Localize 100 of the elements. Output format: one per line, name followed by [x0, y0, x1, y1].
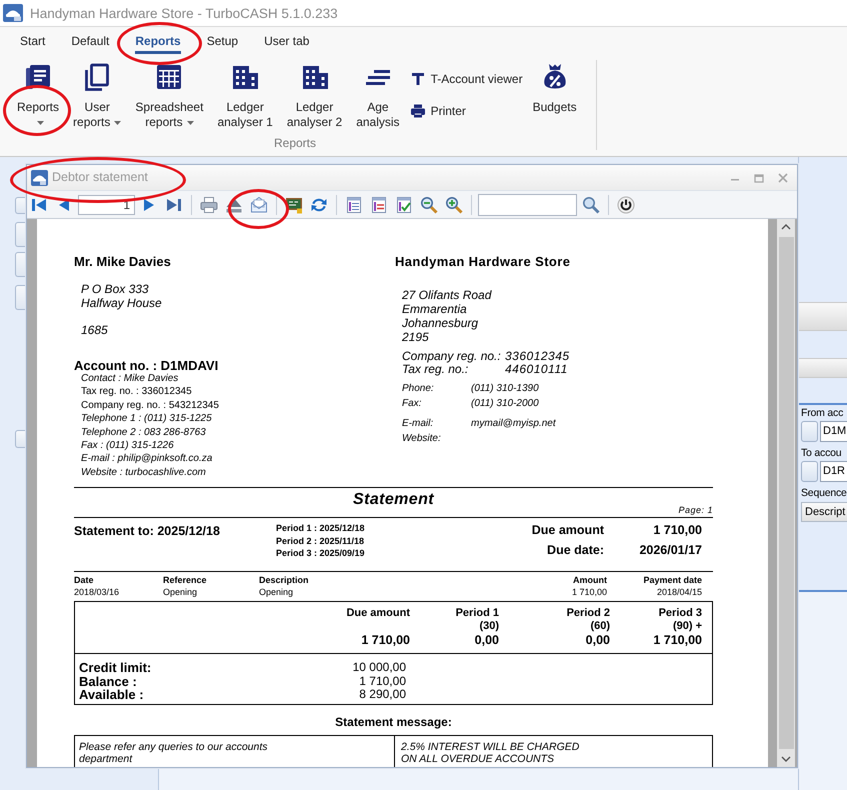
table-cell: Opening	[259, 586, 294, 598]
ribbon-tab[interactable]: Setup	[206, 27, 238, 54]
postal-code: 1685	[81, 323, 108, 337]
page-number: Page: 1	[678, 505, 713, 518]
message-text: Please refer any queries to our accounts department	[79, 740, 268, 765]
zoom-in-icon[interactable]	[445, 196, 463, 214]
amount-value: 0,00	[586, 633, 610, 648]
letter-t-icon	[410, 72, 425, 86]
column-header: Due amount	[346, 607, 410, 620]
page-lines-icon[interactable]	[370, 196, 388, 214]
column-header: Amount	[573, 574, 607, 586]
column-subheader: (90) +	[672, 620, 702, 634]
power-icon[interactable]	[617, 196, 635, 214]
ribbon-tab[interactable]: Reports	[135, 27, 181, 54]
age-analysis-button[interactable]: Age analysis	[349, 60, 407, 134]
field-label: Fax:	[402, 396, 422, 410]
address-line: 27 Olifants Road	[402, 288, 492, 302]
table-cell: Opening	[163, 586, 198, 598]
column-header: Period 2	[566, 607, 610, 620]
summary-value: 8 290,00	[359, 688, 406, 702]
account-field[interactable]: D1M	[820, 421, 847, 442]
summary-label: Credit limit:	[79, 661, 152, 675]
contact-detail: Website : turbocashlive.com	[81, 466, 206, 480]
window-title: Handyman Hardware Store - TurboCASH 5.1.0.233	[30, 6, 338, 20]
budgets-button[interactable]: Budgets	[526, 60, 584, 134]
field-label: Tax reg. no.:	[402, 363, 468, 376]
scrollbar[interactable]	[777, 219, 795, 767]
search-icon[interactable]	[582, 196, 600, 214]
field-value: (011) 310-1390	[471, 382, 539, 396]
column-header: Payment date	[643, 574, 702, 586]
field-label: Sequence	[801, 486, 847, 501]
envelope-icon[interactable]	[250, 196, 268, 214]
sequence-dropdown[interactable]: Descript	[801, 502, 847, 522]
ribbon-tab[interactable]: Start	[20, 27, 46, 54]
contact-detail: Telephone 2 : 083 286-8763	[81, 426, 206, 440]
page-check-icon[interactable]	[395, 196, 413, 214]
printer-icon[interactable]	[200, 196, 218, 214]
scroll-down-icon[interactable]	[781, 756, 791, 762]
zoom-out-icon[interactable]	[420, 196, 438, 214]
t-account-viewer-button[interactable]: T-Account viewer	[410, 69, 523, 89]
field-label: From acc	[801, 406, 844, 421]
column-header: Period 1	[456, 607, 499, 620]
address-line: P O Box 333	[81, 282, 149, 296]
message-heading: Statement message:	[335, 714, 452, 729]
account-field[interactable]: D1R	[820, 461, 847, 482]
contact-detail: Fax : (011) 315-1226	[81, 439, 174, 452]
amount-value: 1 710,00	[653, 633, 702, 648]
column-header: Description	[259, 574, 309, 586]
field-value: (011) 310-2000	[471, 396, 539, 410]
field-value: mymail@myisp.net	[471, 417, 556, 431]
customer-name: Mr. Mike Davies	[74, 255, 171, 269]
refresh-icon[interactable]	[310, 196, 328, 214]
user-reports-button[interactable]: User reports	[66, 60, 128, 134]
ribbon-tab[interactable]: User tab	[264, 27, 310, 54]
summary-label: Available :	[79, 688, 144, 702]
field-value: 446010111	[505, 363, 568, 376]
chalkboard-icon[interactable]	[285, 196, 303, 214]
account-number: Account no. : D1MDAVI	[74, 359, 218, 372]
table-cell: 2018/03/16	[74, 586, 120, 598]
due-value: 1 710,00	[653, 522, 702, 540]
column-subheader: (30)	[479, 620, 499, 634]
contact-detail: Contact : Mike Davies	[81, 372, 178, 386]
printer-icon	[410, 104, 425, 118]
contact-detail: E-mail : philip@pinksoft.co.za	[81, 452, 212, 466]
contact-detail: Telephone 1 : (011) 315-1225	[81, 412, 212, 426]
ribbon-tab[interactable]: Default	[71, 27, 110, 54]
amount-value: 0,00	[474, 633, 499, 648]
company-name: Handyman Hardware Store	[395, 255, 570, 269]
period-date: Period 1 : 2025/12/18	[276, 522, 365, 535]
address-line: Halfway House	[81, 296, 162, 310]
page-layout-icon[interactable]	[345, 196, 363, 214]
statement-title: Statement	[353, 490, 434, 510]
column-header: Date	[74, 574, 94, 586]
window-title: Debtor statement	[52, 170, 148, 185]
amount-value: 1 710,00	[361, 633, 410, 648]
period-date: Period 3 : 2025/09/19	[276, 547, 365, 560]
field-label: Phone:	[402, 382, 434, 396]
app-icon	[31, 170, 48, 186]
column-header: Reference	[163, 574, 207, 586]
ledger-analyser-button[interactable]: Ledger analyser 2	[280, 60, 350, 134]
field-value: 336012345	[505, 350, 570, 363]
printer-button[interactable]: Printer	[410, 101, 466, 121]
due-value: 2026/01/17	[639, 542, 702, 560]
due-label: Due date:	[547, 542, 604, 560]
panel-header	[799, 302, 847, 331]
summary-value: 10 000,00	[352, 661, 406, 675]
summary-label: Balance :	[79, 674, 137, 688]
message-text: 2.5% INTEREST WILL BE CHARGED ON ALL OVERDUE ACCOUNTS	[401, 740, 580, 765]
scroll-up-icon[interactable]	[781, 224, 791, 230]
search-field[interactable]	[478, 194, 577, 216]
reports-button[interactable]: Reports	[10, 60, 66, 134]
contact-detail: Company reg. no. : 543212345	[81, 398, 219, 412]
field-label: Company reg. no.:	[402, 350, 501, 363]
scrollbar-thumb[interactable]	[778, 237, 794, 749]
field-label: To accou	[801, 446, 842, 461]
table-cell: 2018/04/15	[656, 586, 702, 598]
column-subheader: (60)	[590, 620, 610, 634]
ledger-analyser-button[interactable]: Ledger analyser 1	[210, 60, 280, 134]
spreadsheet-reports-button[interactable]: Spreadsheet reports	[128, 60, 210, 134]
group-label: Reports	[274, 136, 316, 150]
